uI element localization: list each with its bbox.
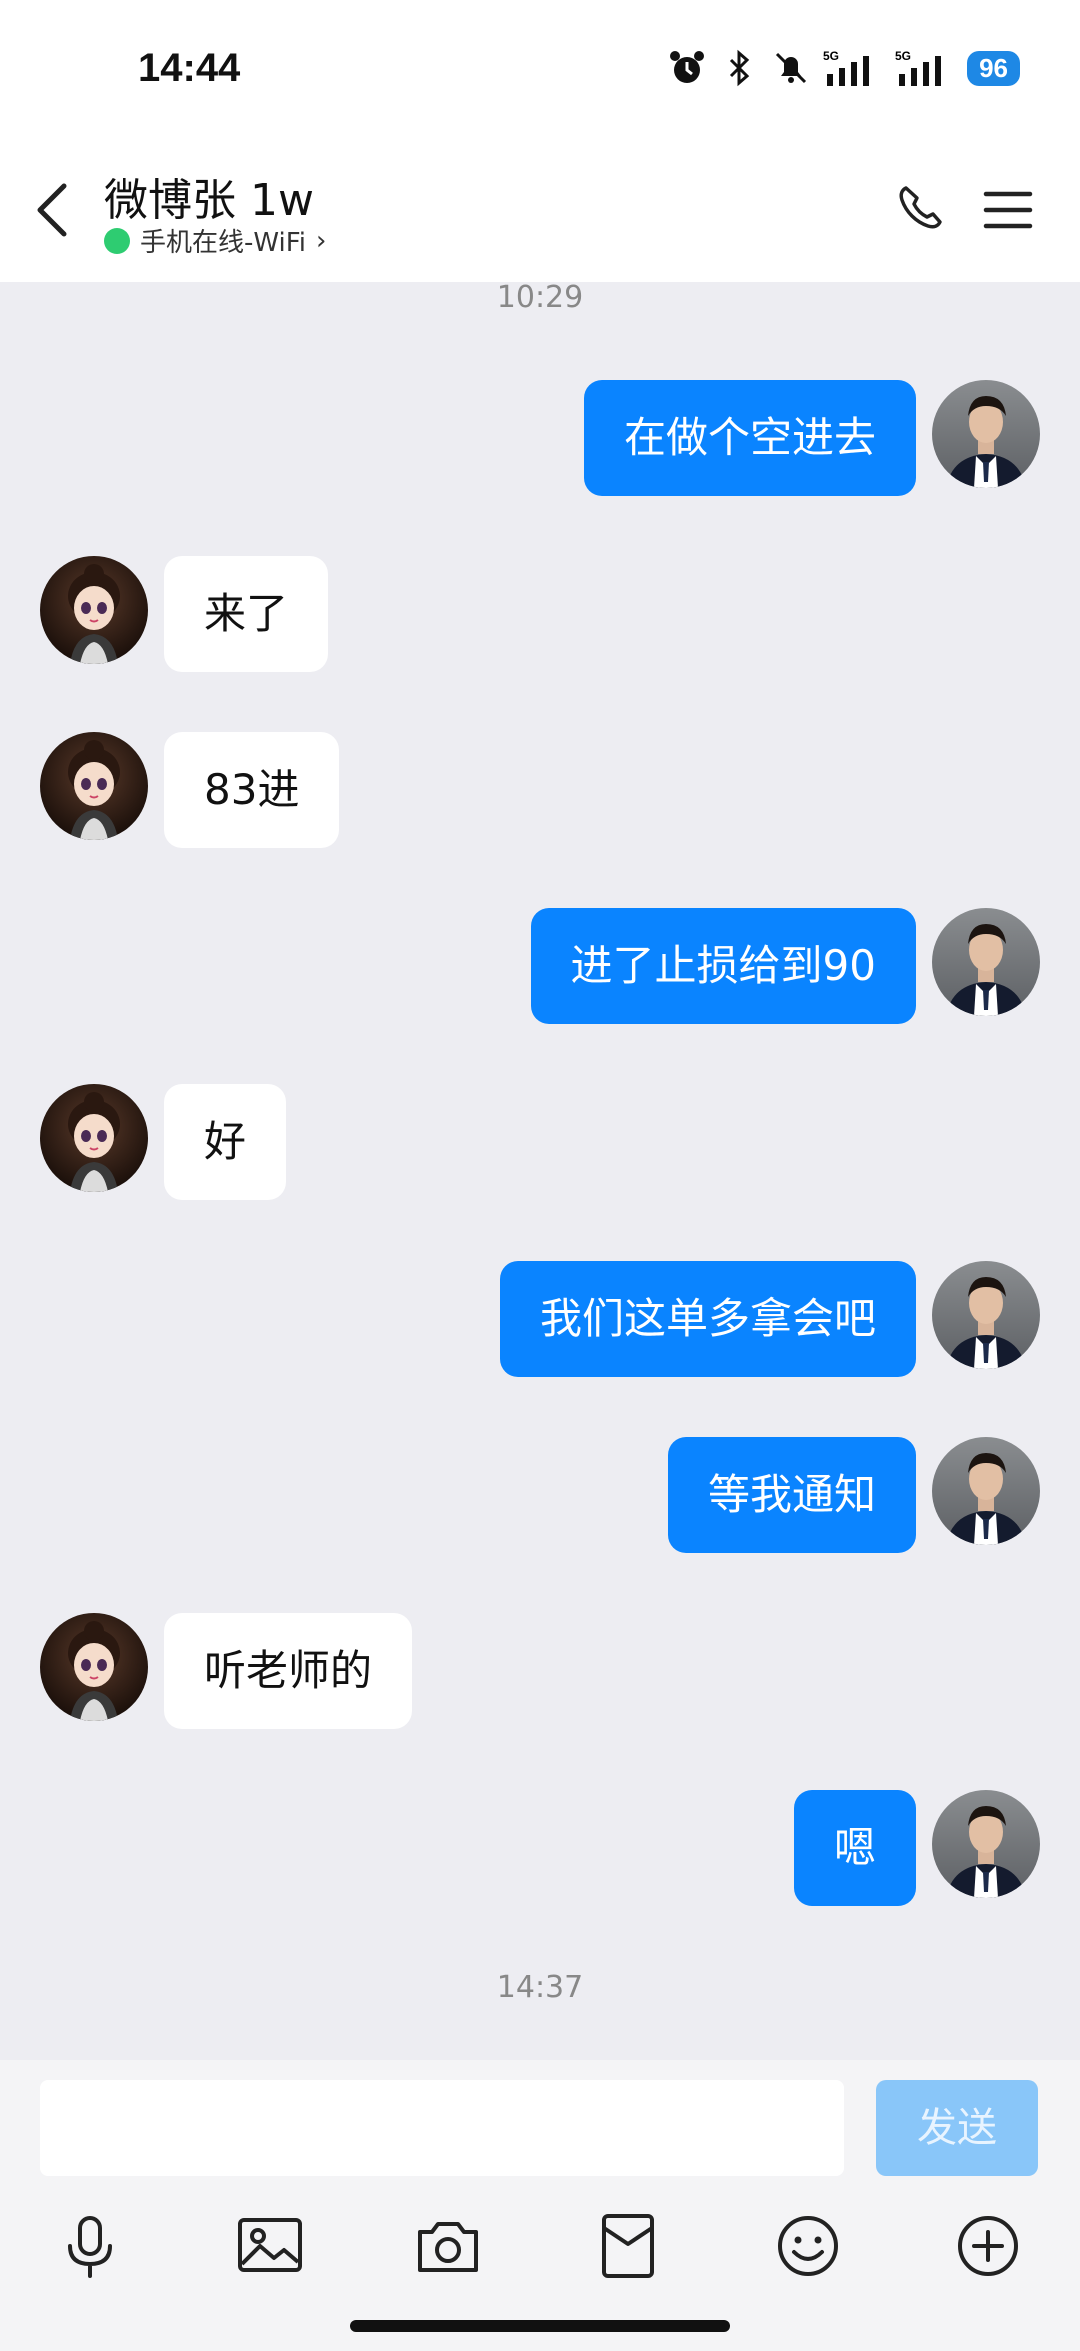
- message-timestamp: 10:29: [496, 280, 584, 315]
- alarm-icon: [670, 51, 705, 83]
- avatar[interactable]: [40, 1084, 148, 1192]
- avatar[interactable]: [932, 1261, 1040, 1369]
- message-row: 等我通知: [0, 1437, 1080, 1553]
- send-button[interactable]: 发送: [876, 2080, 1038, 2176]
- battery-indicator: 96: [967, 50, 1020, 86]
- svg-text:5G: 5G: [895, 49, 911, 63]
- sent-message-bubble[interactable]: 嗯: [793, 1790, 916, 1906]
- received-message-bubble[interactable]: 好: [164, 1084, 287, 1200]
- message-row: 好: [0, 1084, 1080, 1200]
- message-row: 83进: [0, 732, 1080, 848]
- message-row: 听老师的: [0, 1613, 1080, 1729]
- message-timestamp: 14:37: [496, 1970, 584, 2005]
- chat-title[interactable]: 微博张 1w: [104, 164, 314, 228]
- avatar[interactable]: [932, 1790, 1040, 1898]
- avatar[interactable]: [40, 732, 148, 840]
- chat-header: 微博张 1w 手机在线-WiFi ›: [0, 150, 1080, 282]
- status-time: 14:44: [138, 46, 241, 90]
- input-bar: 发送: [0, 2060, 1080, 2351]
- message-row: 我们这单多拿会吧: [0, 1261, 1080, 1377]
- sent-message-bubble[interactable]: 进了止损给到90: [530, 908, 916, 1024]
- avatar[interactable]: [932, 380, 1040, 488]
- avatar[interactable]: [932, 1437, 1040, 1545]
- plus-icon[interactable]: [952, 2210, 1024, 2282]
- menu-icon[interactable]: [978, 180, 1038, 240]
- message-row: 进了止损给到90: [0, 908, 1080, 1024]
- online-dot-icon: [104, 227, 130, 254]
- sent-message-bubble[interactable]: 等我通知: [667, 1437, 916, 1553]
- message-row: 来了: [0, 556, 1080, 672]
- avatar[interactable]: [40, 1613, 148, 1721]
- status-icons: 5G 5G 96: [667, 48, 1020, 88]
- online-status-text: 手机在线-WiFi: [140, 228, 307, 258]
- message-row: 在做个空进去: [0, 380, 1080, 496]
- message-row: 嗯: [0, 1790, 1080, 1906]
- received-message-bubble[interactable]: 来了: [164, 556, 329, 672]
- red-packet-icon[interactable]: [592, 2210, 664, 2282]
- status-bar: 14:44 5G 5G 96: [0, 0, 1080, 150]
- online-status[interactable]: 手机在线-WiFi ›: [104, 222, 326, 259]
- image-icon[interactable]: [234, 2210, 306, 2282]
- signal-5g-icon: 5G: [895, 49, 942, 86]
- svg-text:5G: 5G: [823, 49, 839, 63]
- microphone-icon[interactable]: [54, 2210, 126, 2282]
- phone-icon[interactable]: [892, 180, 952, 240]
- avatar[interactable]: [932, 908, 1040, 1016]
- camera-icon[interactable]: [412, 2210, 484, 2282]
- chevron-right-icon: ›: [316, 225, 327, 256]
- bluetooth-icon: [730, 49, 750, 87]
- received-message-bubble[interactable]: 听老师的: [164, 1613, 413, 1729]
- avatar[interactable]: [40, 556, 148, 664]
- sent-message-bubble[interactable]: 我们这单多拿会吧: [499, 1261, 916, 1377]
- back-arrow-icon[interactable]: [30, 180, 74, 240]
- message-input[interactable]: [40, 2080, 844, 2176]
- received-message-bubble[interactable]: 83进: [164, 732, 340, 848]
- mute-icon: [776, 52, 807, 84]
- signal-5g-icon: 5G: [823, 49, 870, 86]
- sent-message-bubble[interactable]: 在做个空进去: [583, 380, 916, 496]
- emoji-icon[interactable]: [772, 2210, 844, 2282]
- home-indicator[interactable]: [350, 2320, 730, 2332]
